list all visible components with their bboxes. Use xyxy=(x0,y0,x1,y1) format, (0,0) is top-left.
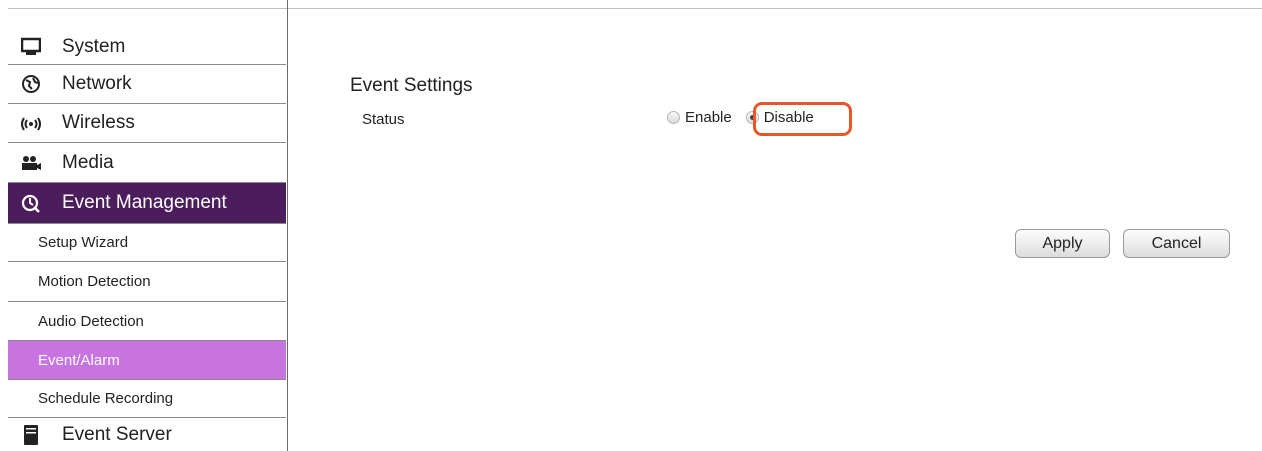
subitem-label: Setup Wizard xyxy=(38,234,129,251)
media-icon xyxy=(20,152,42,174)
sidebar-item-media[interactable]: Media xyxy=(8,143,286,183)
enable-radio-label[interactable]: Enable xyxy=(685,109,732,126)
subitem-schedule-recording[interactable]: Schedule Recording xyxy=(8,380,286,418)
disable-highlight-box xyxy=(753,102,852,136)
sidebar-item-label: Event Management xyxy=(62,192,227,213)
event-management-icon xyxy=(20,192,42,214)
sidebar: System Network Wireless Media Event Mana… xyxy=(8,0,288,451)
sidebar-item-label: Media xyxy=(62,151,114,173)
sidebar-item-label: Network xyxy=(62,73,132,94)
sidebar-item-label: Wireless xyxy=(62,112,135,133)
section-title: Event Settings xyxy=(350,75,473,96)
wireless-icon xyxy=(20,112,42,134)
monitor-icon xyxy=(20,36,42,58)
globe-icon xyxy=(20,73,42,95)
sidebar-item-system[interactable]: System xyxy=(8,30,286,65)
apply-button[interactable]: Apply xyxy=(1015,229,1110,258)
subitem-label: Audio Detection xyxy=(38,312,144,330)
sidebar-item-label: System xyxy=(62,36,126,57)
sidebar-item-network[interactable]: Network xyxy=(8,65,286,104)
subitem-setup-wizard[interactable]: Setup Wizard xyxy=(8,224,286,262)
cancel-button[interactable]: Cancel xyxy=(1123,229,1230,258)
sidebar-item-label: Event Server xyxy=(62,423,172,445)
subitem-event-alarm[interactable]: Event/Alarm xyxy=(8,341,286,380)
server-icon xyxy=(20,424,42,446)
subitem-motion-detection[interactable]: Motion Detection xyxy=(8,262,286,302)
sidebar-item-event-server[interactable]: Event Server xyxy=(8,418,286,451)
subitem-label: Schedule Recording xyxy=(38,390,174,407)
enable-radio[interactable] xyxy=(667,111,680,124)
status-label: Status xyxy=(362,111,405,128)
sidebar-item-wireless[interactable]: Wireless xyxy=(8,104,286,143)
sidebar-item-event-management[interactable]: Event Management xyxy=(8,183,286,224)
subitem-label: Event/Alarm xyxy=(38,351,120,369)
subitem-audio-detection[interactable]: Audio Detection xyxy=(8,302,286,341)
subitem-label: Motion Detection xyxy=(38,273,151,290)
